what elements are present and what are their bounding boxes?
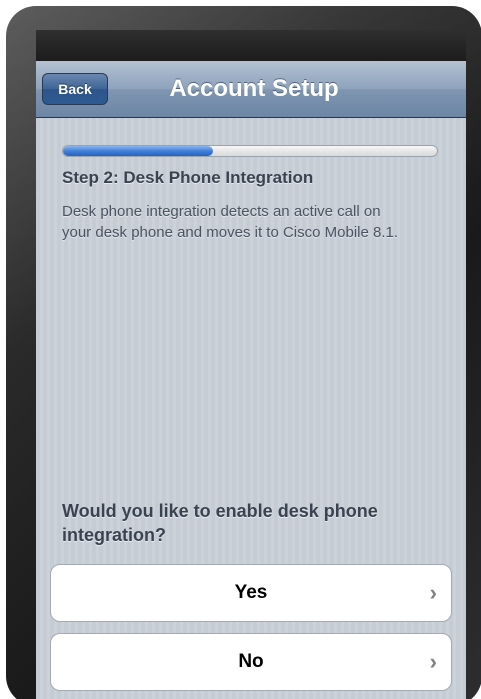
chevron-right-icon: ›	[429, 580, 437, 605]
device: Back Account Setup Step 2: Desk Phone In…	[0, 0, 481, 699]
yes-button[interactable]: Yes ›	[50, 564, 452, 622]
step-title: Step 2: Desk Phone Integration	[62, 168, 314, 187]
setup-content: Step 2: Desk Phone Integration Desk phon…	[36, 118, 466, 699]
yes-button-label: Yes	[234, 582, 268, 603]
chevron-right-icon: ›	[429, 649, 437, 674]
progress-fill	[63, 146, 213, 156]
progress-bar	[62, 145, 438, 157]
question-text: Would you like to enable desk phone inte…	[62, 501, 378, 545]
page-title: Account Setup	[169, 75, 339, 102]
navigation-bar: Back Account Setup	[36, 61, 466, 118]
back-button[interactable]: Back	[42, 73, 108, 105]
status-bar	[36, 30, 466, 61]
screen: Back Account Setup Step 2: Desk Phone In…	[36, 30, 466, 699]
step-description: Desk phone integration detects an active…	[62, 203, 399, 241]
no-button[interactable]: No ›	[50, 633, 452, 691]
no-button-label: No	[238, 651, 264, 672]
